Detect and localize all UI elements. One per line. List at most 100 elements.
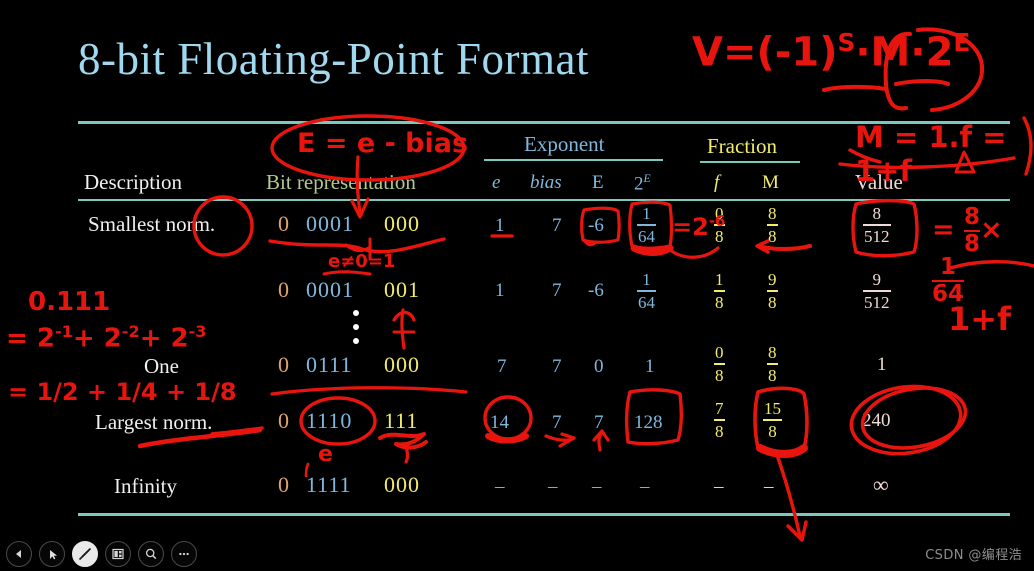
cursor-arrow-icon: [49, 549, 57, 559]
presentation-toolbar[interactable]: [6, 541, 197, 567]
watermark-text: CSDN @编程浩: [925, 548, 1022, 563]
row-E: -6: [588, 280, 604, 301]
table-bottom-rule: [78, 513, 1010, 516]
formula-paren-open: (: [756, 29, 775, 76]
annotation-value-check-frac-two: 1 64: [932, 253, 964, 307]
row-exponent-bits: 1111: [306, 472, 352, 497]
row-sign-bit: 0: [278, 211, 290, 236]
previous-slide-button[interactable]: [6, 541, 32, 567]
row-bias: 7: [552, 356, 562, 377]
column-header-f: f: [714, 172, 720, 193]
row-value: 1: [877, 354, 887, 375]
formula-sign-exponent: S: [837, 28, 856, 57]
row-description: Smallest norm.: [88, 212, 216, 236]
page-title: 8-bit Floating-Point Format: [78, 34, 590, 84]
row-f: 78: [714, 399, 725, 441]
row-two-pow-E: –: [640, 476, 650, 497]
presentation-slide: 8-bit Floating-Point Format V=(-1)S·M·2E…: [0, 0, 1034, 571]
row-description: Largest norm.: [95, 410, 213, 434]
annotation-e-not-zero: e≠0=1: [328, 251, 396, 272]
triangle-left-icon: [16, 550, 21, 558]
annotation-two-pow-minus6: =2-6: [672, 212, 726, 241]
annotation-value-check-frac-one: 88: [964, 204, 980, 257]
column-group-fraction: Fraction: [707, 134, 777, 158]
annotation-two-pow-curve: [668, 246, 720, 259]
row-two-pow-E: 1 64: [637, 204, 656, 246]
annotation-one-plus-f: 1+f: [948, 300, 1011, 338]
row-bias: 7: [552, 412, 562, 433]
annotation-label-e: e: [318, 442, 333, 467]
column-header-bias: bias: [530, 172, 562, 193]
next-slide-button[interactable]: [39, 541, 65, 567]
row-fraction-bits: 111: [384, 408, 419, 433]
row-description: One: [144, 354, 179, 378]
annotation-power-sum: = 2-1+ 2-2+ 2-3: [6, 322, 207, 354]
magnifier-icon: [145, 548, 157, 560]
annotation-arrow-fraction: [392, 308, 416, 350]
row-bias: 7: [552, 215, 562, 236]
row-two-pow-E: 1: [645, 356, 655, 377]
more-options-button[interactable]: [171, 541, 197, 567]
row-e: 14: [490, 412, 509, 433]
slide-overview-button[interactable]: [105, 541, 131, 567]
row-sign-bit: 0: [278, 277, 290, 302]
row-f: –: [714, 476, 724, 497]
formula-dot-2: ·: [910, 29, 926, 76]
row-bias: –: [548, 476, 558, 497]
row-value: 240: [862, 410, 891, 431]
annotation-underline-above-largest: [270, 386, 468, 396]
column-header-e: e: [492, 172, 501, 193]
column-header-M: M: [762, 172, 779, 193]
row-E: -6: [588, 215, 604, 236]
row-value: ∞: [873, 472, 889, 497]
row-M: 15 8: [763, 399, 782, 441]
formula-V: V: [692, 29, 723, 76]
annotation-arrow-down-largest: [774, 450, 808, 542]
row-fraction-bits: 000: [384, 211, 420, 236]
row-exponent-bits: 0111: [306, 352, 353, 377]
formula-dot-1: ·: [855, 29, 871, 76]
formula-minus-one: -1: [774, 29, 820, 76]
row-sign-bit: 0: [278, 408, 290, 433]
row-exponent-bits: 0001: [306, 211, 354, 236]
annotation-E-definition: E = e - bias: [297, 128, 469, 159]
row-f: 18: [714, 270, 725, 312]
row-sign-bit: 0: [278, 352, 290, 377]
row-description: Infinity: [114, 474, 177, 498]
fraction-group-rule: [700, 161, 800, 163]
row-E: –: [592, 476, 602, 497]
formula-equals: =: [722, 29, 757, 76]
pen-slash-icon: [78, 547, 92, 561]
row-sign-bit: 0: [278, 472, 290, 497]
annotation-binary-fraction: 0.111: [28, 287, 111, 317]
row-exponent-bits: 0001: [306, 277, 354, 302]
annotation-main-formula: V=(-1)S·M·2E: [692, 28, 970, 75]
ellipsis-icon: [179, 552, 189, 556]
row-fraction-bits: 000: [384, 472, 420, 497]
pen-tool-button[interactable]: [72, 541, 98, 567]
grid-layout-icon: [112, 548, 124, 560]
zoom-button[interactable]: [138, 541, 164, 567]
row-value: 8 512: [863, 204, 891, 246]
annotation-arrow-M-row1: [755, 239, 812, 254]
formula-paren-close: ): [819, 29, 838, 76]
row-e: 7: [497, 356, 507, 377]
row-two-pow-E: 1 64: [637, 270, 656, 312]
row-e: 1: [495, 215, 505, 236]
row-two-pow-E: 128: [634, 412, 663, 433]
row-e: 1: [495, 280, 505, 301]
column-header-two-pow-E-sup: E: [643, 172, 651, 185]
column-header-E: E: [592, 172, 604, 193]
row-fraction-bits: 000: [384, 352, 420, 377]
formula-mantissa: M: [870, 29, 911, 76]
formula-base-two: 2: [925, 29, 954, 76]
row-e: –: [495, 476, 505, 497]
annotation-fraction-sum: = 1/2 + 1/4 + 1/8: [8, 378, 237, 406]
formula-exponent-E: E: [953, 28, 971, 57]
annotation-value-check: = 8 8 × 1 64: [932, 204, 1003, 307]
column-header-description: Description: [84, 170, 182, 194]
row-exponent-bits: 1110: [306, 408, 353, 433]
row-E: 7: [594, 412, 604, 433]
table-header-rule: [78, 199, 1010, 201]
column-group-exponent: Exponent: [524, 132, 605, 156]
